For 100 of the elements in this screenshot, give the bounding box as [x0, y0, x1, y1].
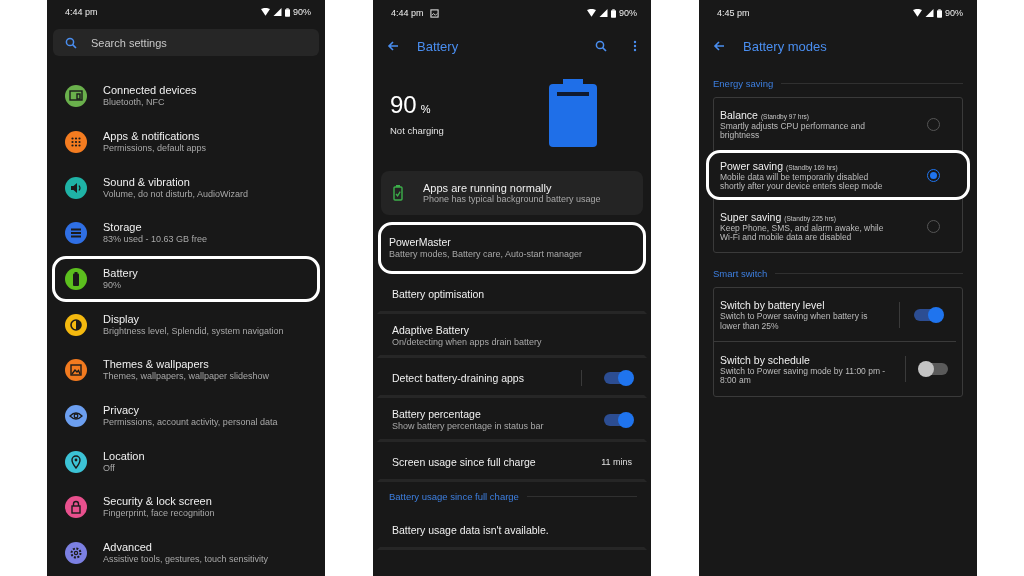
- battery-status-icon: [611, 8, 616, 18]
- setting-title: Display: [103, 312, 141, 326]
- switch-title: Switch by schedule: [720, 352, 811, 367]
- battery-percentage: 90%: [945, 8, 963, 18]
- setting-subtitle: Assistive tools, gestures, touch sensitivity: [103, 554, 269, 566]
- setting-subtitle: Volume, do not disturb, AudioWizard: [103, 188, 249, 200]
- more-options-icon[interactable]: [633, 40, 637, 52]
- wifi-icon: [587, 9, 596, 17]
- battery-setting-row[interactable]: Battery usage data isn't available.: [377, 510, 647, 550]
- setting-subtitle: Battery modes, Battery care, Auto-start manager: [389, 249, 584, 260]
- battery-status-icon: [285, 7, 290, 17]
- search-field[interactable]: Search settings: [53, 28, 319, 57]
- setting-title: Apps & notifications: [103, 129, 201, 143]
- battery-level-value: 90: [390, 90, 417, 119]
- setting-subtitle: Bluetooth, NFC: [103, 97, 166, 109]
- settings-item[interactable]: Sound & vibration Volume, do not disturb, AudioWizard: [52, 164, 320, 211]
- switch-description: Switch to Power saving mode by 11:00 pm - 8:00 am: [720, 366, 887, 386]
- screen-title: Battery modes: [743, 38, 827, 54]
- settings-item[interactable]: Display Brightness level, Splendid, system navigation: [52, 301, 320, 348]
- setting-subtitle: Fingerprint, face recognition: [103, 508, 215, 520]
- settings-item[interactable]: Privacy Permissions, account activity, personal data: [52, 393, 320, 439]
- settings-item[interactable]: Storage 83% used - 10.63 GB free: [52, 210, 320, 257]
- battery-setting-row[interactable]: Battery percentage Show battery percentage in status bar: [377, 398, 647, 442]
- toggle-switch[interactable]: [920, 363, 948, 375]
- settings-item[interactable]: Connected devices Bluetooth, NFC: [52, 73, 320, 120]
- mode-name: Power saving: [720, 158, 784, 173]
- battery-check-icon: [393, 185, 403, 201]
- settings-item[interactable]: Apps & notifications Permissions, default apps: [52, 119, 320, 165]
- status-title: Apps are running normally: [423, 182, 552, 194]
- setting-subtitle: Brightness level, Splendid, system navigation: [103, 325, 284, 337]
- setting-title: Themes & wallpapers: [103, 358, 210, 372]
- setting-title: Sound & vibration: [103, 175, 191, 189]
- setting-subtitle: Permissions, account activity, personal data: [103, 417, 278, 429]
- mode-description: Mobile data will be temporarily disabled shortly after your device enters sleep mode: [720, 172, 884, 192]
- setting-subtitle: Themes, wallpapers, wallpaper slideshow: [103, 371, 270, 383]
- switch-title: Switch by battery level: [720, 298, 825, 312]
- setting-title: Storage: [103, 221, 143, 235]
- setting-title: Battery percentage: [392, 408, 482, 421]
- setting-title: Connected devices: [103, 84, 197, 98]
- setting-subtitle: 83% used - 10.63 GB free: [103, 234, 208, 246]
- usage-value: 11 mins: [601, 457, 632, 467]
- setting-title: Location: [103, 449, 145, 463]
- mode-name: Balance: [720, 107, 758, 122]
- signal-icon: [273, 8, 282, 17]
- battery-setting-row[interactable]: PowerMaster Battery modes, Battery care, Auto-start manager: [378, 222, 646, 274]
- status-time: 4:44 pm: [391, 8, 424, 18]
- setting-subtitle: Permissions, default apps: [103, 142, 207, 154]
- setting-title: Screen usage since full charge: [392, 455, 537, 469]
- setting-title: Detect battery-draining apps: [392, 371, 525, 385]
- battery-setting-row[interactable]: Detect battery-draining apps: [377, 358, 647, 398]
- wifi-icon: [913, 9, 922, 17]
- settings-item[interactable]: Security & lock screen Fingerprint, face recognition: [52, 484, 320, 531]
- setting-subtitle: Show battery percentage in status bar: [392, 421, 545, 432]
- screen-title: Battery: [417, 38, 459, 54]
- battery-setting-row[interactable]: Battery optimisation: [377, 274, 647, 314]
- mode-description: Smartly adjusts CPU performance and brightness: [720, 121, 867, 141]
- battery-status-icon: [937, 8, 942, 18]
- setting-title: Adaptive Battery: [392, 324, 471, 337]
- mode-name: Super saving: [720, 209, 782, 224]
- signal-icon: [599, 9, 608, 17]
- percent-sign: %: [420, 102, 431, 115]
- charging-status: Not charging: [390, 124, 445, 136]
- setting-title: Security & lock screen: [103, 495, 213, 509]
- back-arrow-icon[interactable]: [387, 40, 399, 52]
- setting-title: PowerMaster: [389, 236, 452, 249]
- setting-title: Advanced: [103, 541, 153, 555]
- settings-item[interactable]: Battery 90%: [52, 256, 320, 302]
- section-header: Energy saving: [713, 77, 774, 89]
- battery-setting-row[interactable]: Screen usage since full charge 11 mins: [377, 442, 647, 482]
- setting-title: Battery optimisation: [392, 287, 486, 301]
- status-time: 4:45 pm: [717, 8, 750, 18]
- status-subtitle: Phone has typical background battery usage: [423, 194, 601, 204]
- battery-icon: [549, 79, 597, 147]
- toggle-switch[interactable]: [604, 372, 632, 384]
- switch-description: Switch to Power saving when battery is lower than 25%: [720, 312, 869, 331]
- toggle-switch[interactable]: [914, 308, 942, 321]
- section-header: Battery usage since full charge: [389, 490, 519, 502]
- settings-item[interactable]: Themes & wallpapers Themes, wallpapers, wallpaper slideshow: [52, 347, 320, 394]
- battery-setting-row[interactable]: Adaptive Battery On/detecting when apps drain battery: [377, 314, 647, 358]
- setting-title: Battery usage data isn't available.: [392, 523, 550, 537]
- search-input[interactable]: Search settings: [91, 36, 271, 49]
- setting-title: Battery: [103, 267, 138, 281]
- battery-percentage: 90%: [293, 7, 311, 18]
- wifi-icon: [261, 8, 270, 17]
- battery-percentage: 90%: [619, 8, 637, 18]
- toggle-switch[interactable]: [604, 414, 632, 426]
- setting-subtitle: On/detecting when apps drain battery: [392, 337, 543, 348]
- settings-item[interactable]: Advanced Assistive tools, gestures, touch sensitivity: [52, 530, 320, 576]
- mode-description: Keep Phone, SMS, and alarm awake, while Wi-Fi and mobile data are disabled: [720, 223, 885, 243]
- search-icon[interactable]: [595, 40, 607, 52]
- signal-icon: [925, 9, 934, 17]
- status-time: 4:44 pm: [65, 7, 98, 18]
- settings-item[interactable]: Location Off: [52, 438, 320, 485]
- back-arrow-icon[interactable]: [713, 40, 725, 52]
- setting-title: Privacy: [103, 404, 141, 418]
- section-header: Smart switch: [713, 267, 768, 279]
- setting-subtitle: 90%: [103, 280, 122, 292]
- image-notification-icon: [429, 8, 439, 18]
- search-icon: [65, 36, 77, 49]
- setting-subtitle: Off: [103, 462, 116, 474]
